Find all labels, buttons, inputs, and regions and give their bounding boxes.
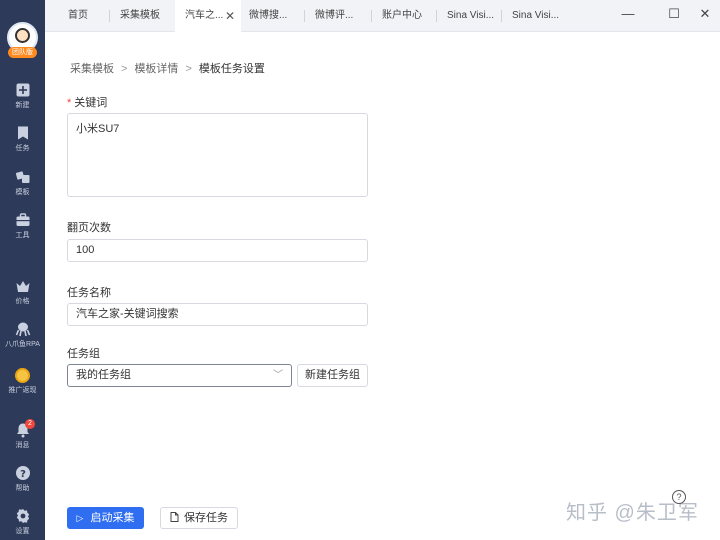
play-icon: ▷ — [76, 513, 84, 523]
sidebar-item-label: 任务 — [15, 145, 30, 152]
close-window-button[interactable]: ✕ — [690, 0, 720, 28]
task-name-label: 任务名称 — [67, 287, 111, 299]
tab-templates[interactable]: 采集模板 — [110, 0, 174, 32]
pages-label: 翻页次数 — [67, 222, 111, 234]
minimize-button[interactable]: — — [613, 0, 643, 28]
sidebar-item-label: 价格 — [15, 298, 30, 305]
sidebar-item-help[interactable]: ? 帮助 — [0, 465, 45, 493]
tab-label: 首页 — [68, 10, 88, 21]
help-icon: ? — [15, 466, 30, 480]
sidebar-item-referral[interactable]: 推广返现 — [0, 368, 45, 395]
file-icon — [170, 512, 179, 522]
sidebar-item-tasks[interactable]: 任务 — [0, 125, 45, 153]
tab-label: Sina Visi... — [512, 10, 560, 21]
chevron-down-icon: ﹀ — [273, 370, 283, 381]
breadcrumb-separator: > — [121, 63, 128, 75]
main-content: 采集模板 > 模板详情 > 模板任务设置 * 关键词 小米SU7 翻页次数 100 任务名… — [45, 32, 720, 540]
sidebar-item-settings[interactable]: 设置 — [0, 508, 45, 536]
crown-icon — [16, 281, 29, 292]
tab-weibo-comments[interactable]: 微博评... — [305, 0, 371, 32]
keyword-textarea[interactable]: 小米SU7 — [67, 113, 368, 197]
bookmark-icon — [17, 126, 28, 140]
plus-square-icon — [16, 83, 29, 97]
tab-label: 微博搜... — [249, 10, 288, 21]
sidebar-item-tools[interactable]: 工具 — [0, 212, 45, 240]
octopus-icon — [15, 322, 30, 337]
tab-label: 账户中心 — [382, 10, 422, 21]
sidebar-item-label: 推广返现 — [8, 387, 37, 394]
notification-badge: 2 — [25, 419, 35, 429]
task-group-select[interactable]: 我的任务组 ﹀ — [67, 364, 292, 387]
tab-autohome[interactable]: 汽车之... ✕ — [175, 0, 241, 32]
tab-account-center[interactable]: 账户中心 — [372, 0, 436, 32]
tab-bar: 首页 采集模板 汽车之... ✕ 微博搜... 微博评... 账户中心 Sina … — [45, 0, 720, 32]
sidebar-item-label: 新建 — [15, 102, 30, 109]
breadcrumb-item-templates[interactable]: 采集模板 — [70, 63, 114, 75]
start-collect-button[interactable]: ▷ 启动采集 — [67, 507, 144, 529]
tab-weibo-search[interactable]: 微博搜... — [239, 0, 303, 32]
tab-label: 微博评... — [315, 10, 354, 21]
toolbox-icon — [16, 213, 29, 226]
task-group-label: 任务组 — [67, 348, 100, 360]
task-group-value: 我的任务组 — [76, 369, 131, 381]
keyword-label: * 关键词 — [67, 97, 108, 109]
pages-input[interactable]: 100 — [67, 239, 368, 262]
tab-label: Sina Visi... — [447, 10, 495, 21]
svg-text:?: ? — [20, 469, 26, 480]
help-icon[interactable]: ? — [672, 490, 686, 504]
sidebar-item-label: 八爪鱼RPA — [5, 341, 40, 348]
team-badge: 团队版 — [8, 47, 37, 58]
sidebar-item-new[interactable]: 新建 — [0, 82, 45, 110]
sidebar: 团队版 新建 任务 模板 工具 价格 八爪鱼RPA 推广返现 2 消息 ? 帮助… — [0, 0, 45, 540]
sidebar-item-label: 模板 — [15, 189, 30, 196]
sidebar-item-pricing[interactable]: 价格 — [0, 278, 45, 306]
sidebar-item-messages[interactable]: 2 消息 — [0, 419, 45, 450]
tab-label: 汽车之... — [185, 10, 224, 21]
tab-home[interactable]: 首页 — [58, 0, 110, 32]
sidebar-item-label: 工具 — [15, 232, 30, 239]
breadcrumb-separator: > — [185, 63, 192, 75]
sidebar-item-label: 设置 — [15, 528, 30, 535]
gold-coin-icon — [15, 368, 30, 383]
close-icon[interactable]: ✕ — [225, 0, 235, 30]
breadcrumb-item-current: 模板任务设置 — [198, 63, 265, 75]
sidebar-item-label: 帮助 — [15, 485, 30, 492]
save-task-button[interactable]: 保存任务 — [160, 507, 238, 529]
new-task-group-button[interactable]: 新建任务组 — [297, 364, 368, 387]
sidebar-item-label: 消息 — [15, 442, 30, 449]
tab-sina-visitor-1[interactable]: Sina Visi... — [437, 0, 501, 32]
task-name-input[interactable]: 汽车之家-关键词搜索 — [67, 303, 368, 326]
template-icon — [15, 171, 29, 183]
breadcrumb: 采集模板 > 模板详情 > 模板任务设置 — [70, 60, 265, 76]
tab-label: 采集模板 — [120, 10, 160, 21]
sidebar-item-rpa[interactable]: 八爪鱼RPA — [0, 321, 45, 349]
required-marker: * — [67, 97, 72, 109]
sidebar-item-templates[interactable]: 模板 — [0, 169, 45, 197]
tab-sina-visitor-2[interactable]: Sina Visi... — [502, 0, 566, 32]
breadcrumb-item-template-detail[interactable]: 模板详情 — [134, 63, 178, 75]
gear-icon — [16, 509, 29, 523]
maximize-button[interactable]: ☐ — [659, 0, 689, 28]
